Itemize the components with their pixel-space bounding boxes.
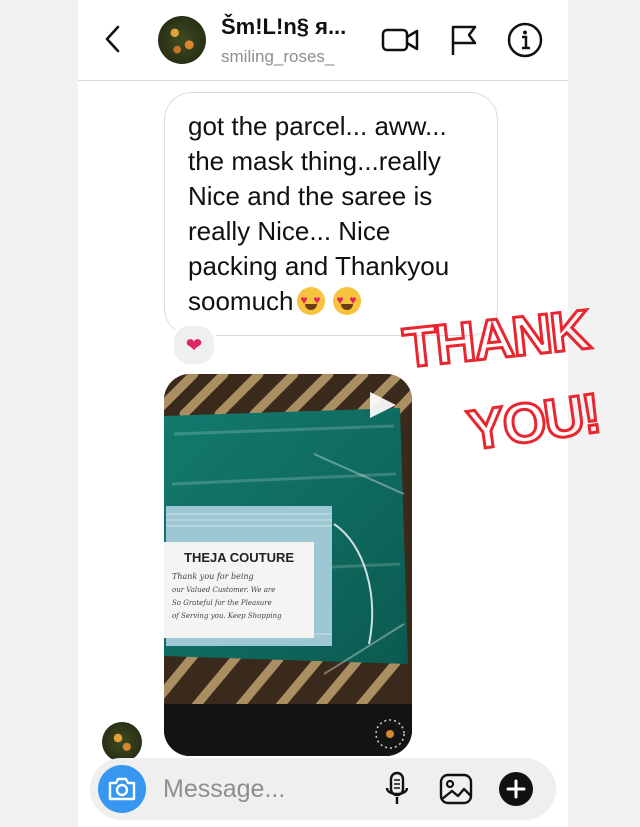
message-line: really Nice... Nice — [188, 216, 391, 246]
contact-avatar[interactable] — [158, 16, 206, 64]
contact-display-name[interactable]: Šm!L!n§ я... — [221, 14, 346, 40]
sticker-line: THANK — [400, 297, 593, 379]
info-button[interactable] — [505, 20, 545, 60]
note-brand: THEJA COUTURE — [184, 550, 294, 565]
message-line: got the parcel... aww... — [188, 111, 447, 141]
heart-reaction[interactable]: ❤ — [171, 323, 217, 367]
voice-message-button[interactable] — [377, 769, 417, 809]
back-chevron-icon — [105, 25, 120, 53]
message-input[interactable]: Message... — [163, 775, 285, 804]
report-button[interactable] — [444, 20, 484, 60]
plus-icon — [499, 772, 533, 806]
more-options-button[interactable] — [496, 769, 536, 809]
gallery-button[interactable] — [436, 769, 476, 809]
message-composer: Message... — [90, 758, 556, 820]
note-line: of Serving you. Keep Shopping — [172, 612, 282, 620]
camera-button[interactable] — [98, 765, 146, 813]
heart-icon: ❤ — [185, 334, 203, 357]
message-line: soomuch — [188, 286, 294, 316]
sender-avatar[interactable] — [102, 722, 142, 762]
info-icon — [507, 22, 543, 58]
camera-icon — [108, 777, 136, 801]
video-call-button[interactable] — [380, 20, 420, 60]
message-line: packing and Thankyou — [188, 251, 450, 281]
gallery-icon — [439, 773, 473, 805]
heart-eyes-emoji-icon: ♥ ♥ — [332, 287, 361, 315]
back-button[interactable] — [98, 22, 128, 56]
heart-eyes-emoji-icon: ♥ ♥ — [296, 287, 325, 315]
microphone-icon — [385, 771, 409, 804]
parcel-photo: THEJA COUTURE Thank you for being our Va… — [164, 374, 412, 756]
sticker-line: YOU! — [464, 381, 603, 462]
message-line: Nice and the saree is — [188, 181, 433, 211]
note-line: So Grateful for the Pleasure — [172, 599, 272, 607]
contact-username[interactable]: smiling_roses_ — [221, 47, 334, 67]
shared-photo-message[interactable]: THEJA COUTURE Thank you for being our Va… — [164, 374, 412, 756]
message-line: the mask thing...really — [188, 146, 441, 176]
flag-icon — [451, 25, 477, 55]
note-line: our Valued Customer. We are — [172, 586, 275, 594]
thank-you-sticker: THANK YOU! — [399, 296, 605, 464]
note-line: Thank you for being — [172, 572, 254, 581]
video-camera-icon — [381, 28, 419, 52]
chat-header: Šm!L!n§ я... smiling_roses_ — [78, 0, 568, 81]
